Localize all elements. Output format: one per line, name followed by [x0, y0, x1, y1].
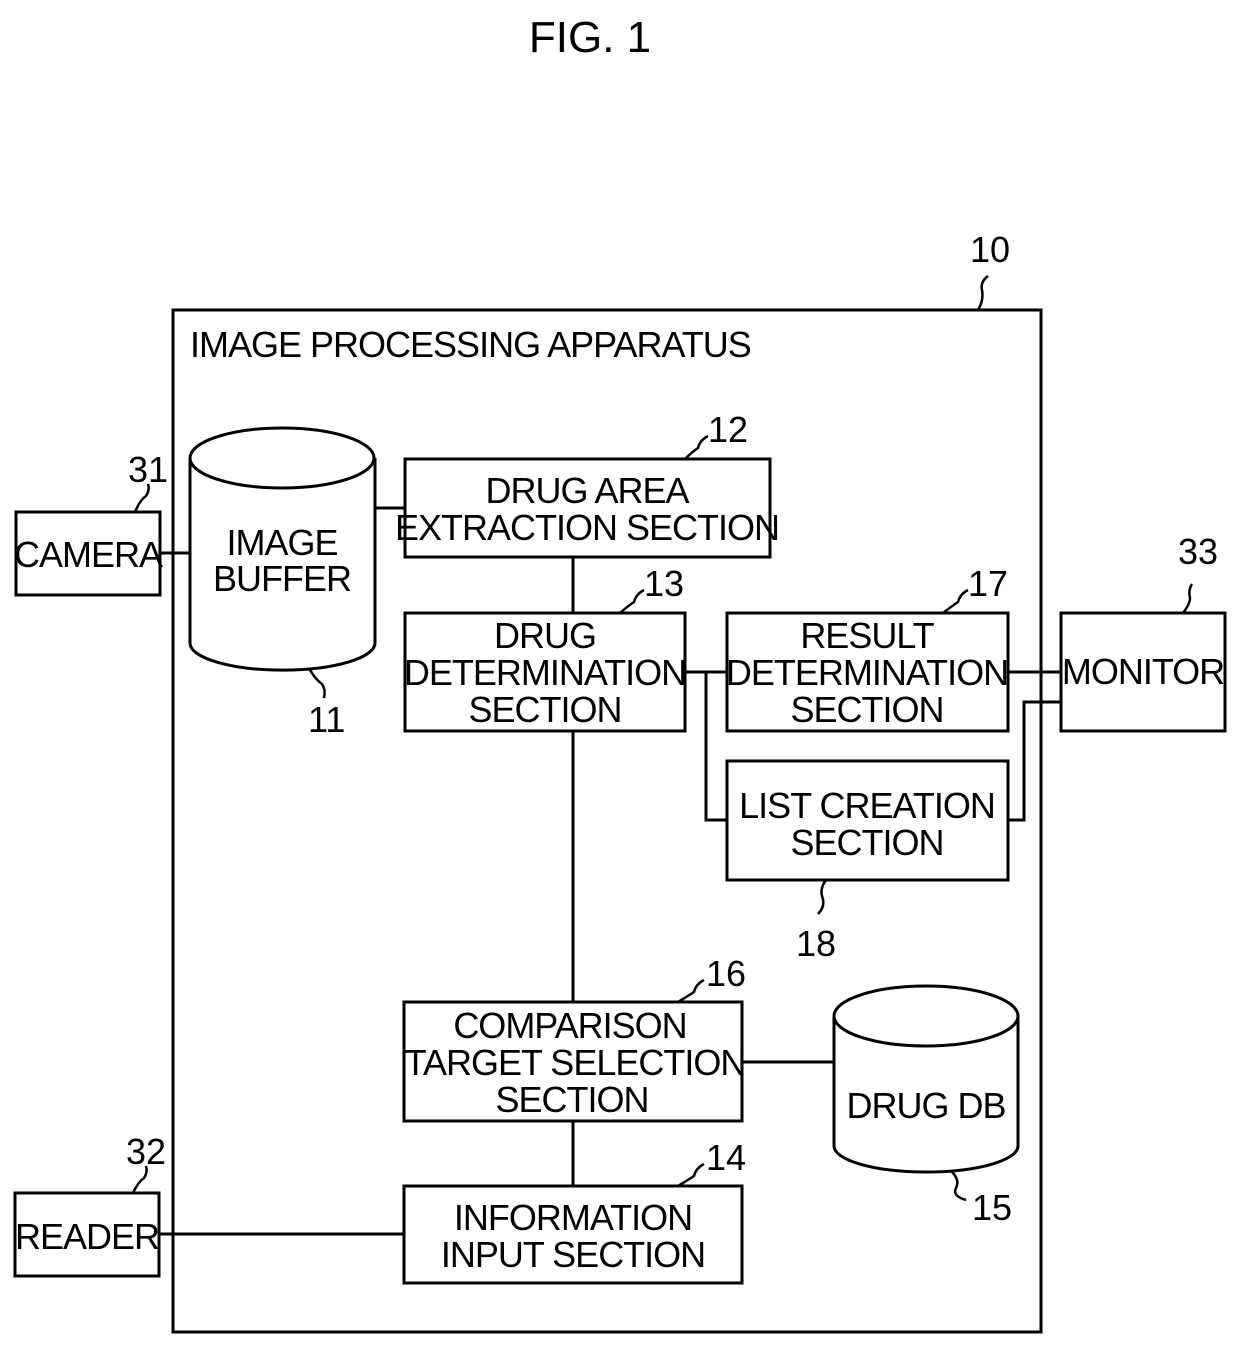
ref-leader — [817, 879, 828, 915]
drug-area-extraction-block: DRUG AREA EXTRACTION SECTION 12 — [395, 409, 780, 559]
drug-db-ref: 15 — [972, 1187, 1012, 1228]
determination-label-1: DRUG — [494, 615, 596, 656]
apparatus-label: IMAGE PROCESSING APPARATUS — [190, 324, 751, 365]
drug-db-cylinder: DRUG DB 15 — [832, 984, 1020, 1228]
input-label-2: INPUT SECTION — [441, 1234, 705, 1275]
input-ref: 14 — [706, 1137, 746, 1178]
image-buffer-label-2: BUFFER — [213, 558, 351, 599]
determination-ref: 13 — [644, 563, 684, 604]
extraction-ref: 12 — [708, 409, 748, 450]
reader-block: READER 32 — [13, 1131, 166, 1278]
ref-leader — [677, 978, 705, 1004]
result-label-1: RESULT — [800, 615, 934, 656]
ref-leader — [1182, 583, 1194, 614]
apparatus-ref: 10 — [970, 229, 1010, 270]
comparison-label-3: SECTION — [495, 1079, 648, 1120]
monitor-ref: 33 — [1178, 531, 1218, 572]
ref-leader — [684, 434, 709, 460]
image-buffer-label-1: IMAGE — [226, 522, 337, 563]
figure-title: FIG. 1 — [529, 13, 651, 62]
extraction-label-1: DRUG AREA — [485, 470, 689, 511]
camera-label: CAMERA — [14, 534, 163, 575]
drug-db-label: DRUG DB — [846, 1085, 1005, 1126]
information-input-block: INFORMATION INPUT SECTION 14 — [402, 1137, 746, 1285]
monitor-block: MONITOR 33 — [1059, 531, 1227, 733]
result-ref: 17 — [968, 563, 1008, 604]
camera-ref: 31 — [128, 449, 168, 490]
image-buffer-cylinder: IMAGE BUFFER 11 — [188, 426, 377, 740]
extraction-label-2: EXTRACTION SECTION — [395, 507, 779, 548]
list-creation-block: LIST CREATION SECTION 18 — [725, 759, 1010, 964]
ref-leader — [308, 669, 326, 699]
image-buffer-ref: 11 — [308, 699, 345, 740]
determination-label-3: SECTION — [468, 689, 621, 730]
reader-ref: 32 — [126, 1131, 166, 1172]
comparison-label-1: COMPARISON — [453, 1005, 686, 1046]
determination-label-2: DETERMINATION — [404, 652, 686, 693]
comparison-ref: 16 — [706, 953, 746, 994]
ref-leader — [942, 588, 969, 614]
input-label-1: INFORMATION — [454, 1197, 692, 1238]
ref-leader — [976, 275, 989, 311]
drug-determination-block: DRUG DETERMINATION 13 SECTION — [403, 563, 687, 733]
result-determination-block: RESULT DETERMINATION SECTION 17 — [725, 563, 1010, 733]
ref-leader — [677, 1162, 705, 1188]
reader-label: READER — [15, 1216, 159, 1257]
block-diagram: FIG. 1 IMAGE PROCESSING APPARATUS 10 CAM… — [13, 13, 1227, 1334]
list-ref: 18 — [796, 923, 836, 964]
comparison-target-selection-block: COMPARISON TARGET SELECTION SECTION 16 — [402, 953, 746, 1123]
camera-block: CAMERA 31 — [14, 449, 168, 597]
ref-leader — [619, 588, 645, 614]
list-label-1: LIST CREATION — [739, 785, 995, 826]
determination-to-list-line — [704, 672, 727, 822]
list-label-2: SECTION — [790, 822, 943, 863]
ref-leader — [951, 1171, 967, 1202]
result-label-2: DETERMINATION — [726, 652, 1008, 693]
monitor-label: MONITOR — [1062, 651, 1224, 692]
comparison-label-2: TARGET SELECTION — [405, 1042, 746, 1083]
list-to-monitor-line — [1008, 700, 1061, 822]
result-label-3: SECTION — [790, 689, 943, 730]
